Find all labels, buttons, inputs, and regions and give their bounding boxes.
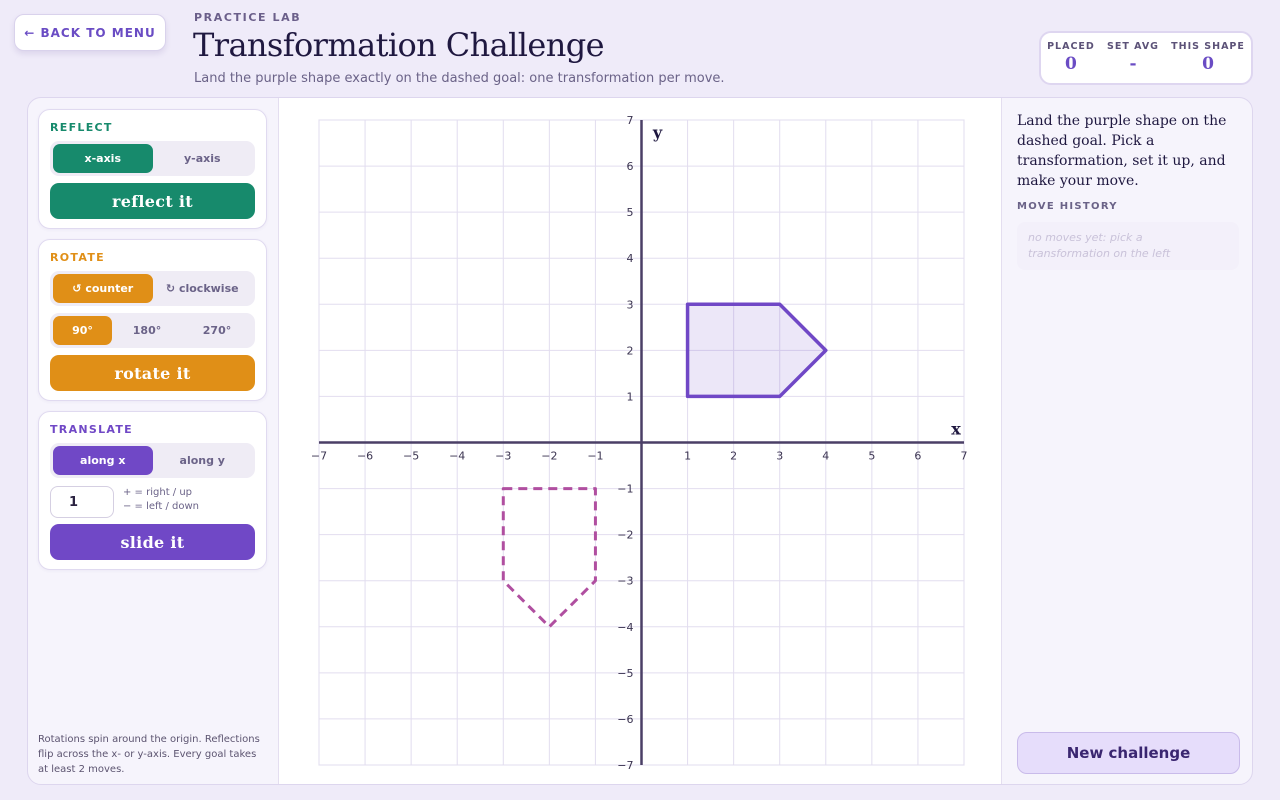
page-title: Transformation Challenge	[193, 26, 605, 64]
reflect-option-y-axis[interactable]: y-axis	[153, 144, 253, 173]
x-tick-label: 3	[776, 450, 783, 463]
rotate-option-270[interactable]: 270°	[182, 316, 252, 345]
score-set-avg: SET AVG -	[1107, 41, 1159, 74]
rotate-title: ROTATE	[50, 251, 105, 264]
rotate-option-counter[interactable]: ↺ counter	[53, 274, 153, 303]
coordinate-plane[interactable]: −7 −6 −5 −4 −3 −2 −1 1 2 3 4 5 6 7 −7 −6 −5 −4 −3 −2 −1 1 2 3 4 5…	[279, 98, 1003, 785]
y-tick-label: 7	[627, 114, 634, 127]
move-history-empty: no moves yet: pick a transformation on t…	[1028, 231, 1171, 260]
back-to-menu-button[interactable]: ← BACK TO MENU	[14, 14, 166, 51]
new-challenge-button[interactable]: New challenge	[1017, 732, 1240, 774]
score-label: THIS SHAPE	[1171, 41, 1245, 52]
rotate-button[interactable]: rotate it	[50, 355, 255, 391]
y-axis-label: y	[652, 123, 663, 142]
score-label: SET AVG	[1107, 41, 1159, 52]
y-tick-label: 2	[627, 344, 634, 357]
reflect-option-x-axis[interactable]: x-axis	[53, 144, 153, 173]
reflect-axis-toggle: x-axis y-axis	[50, 141, 255, 176]
rotate-option-180[interactable]: 180°	[112, 316, 182, 345]
page-subtitle: Land the purple shape exactly on the das…	[194, 71, 725, 86]
rotate-option-clockwise[interactable]: ↻ clockwise	[153, 274, 253, 303]
reflect-title: REFLECT	[50, 121, 113, 134]
score-card: PLACED 0 SET AVG - THIS SHAPE 0	[1039, 31, 1253, 85]
rotate-angle-toggle: 90° 180° 270°	[50, 313, 255, 348]
y-tick-label: 5	[627, 206, 634, 219]
translate-option-along-y[interactable]: along y	[153, 446, 253, 475]
y-tick-label: −5	[617, 667, 633, 680]
translate-card: TRANSLATE along x along y + = right / up…	[38, 411, 267, 570]
x-tick-label: 7	[961, 450, 968, 463]
move-history-list: no moves yet: pick a transformation on t…	[1017, 222, 1239, 270]
translate-title: TRANSLATE	[50, 423, 134, 436]
score-value: -	[1129, 54, 1137, 74]
x-tick-label: 1	[684, 450, 691, 463]
x-tick-label: 6	[914, 450, 921, 463]
main-panel: REFLECT x-axis y-axis reflect it ROTATE …	[27, 97, 1253, 785]
x-tick-label: −7	[311, 450, 327, 463]
y-tick-label: 1	[627, 390, 634, 403]
translate-hint-negative: − = left / down	[123, 501, 200, 512]
controls-column: REFLECT x-axis y-axis reflect it ROTATE …	[28, 98, 278, 784]
translate-amount-input[interactable]	[50, 486, 114, 518]
instructions-text: Land the purple shape on the dashed goal…	[1017, 113, 1227, 189]
score-placed: PLACED 0	[1047, 41, 1095, 74]
x-tick-label: −6	[357, 450, 373, 463]
page-kicker: PRACTICE LAB	[194, 11, 302, 24]
x-tick-label: −1	[587, 450, 603, 463]
translate-button[interactable]: slide it	[50, 524, 255, 560]
rotate-option-90[interactable]: 90°	[53, 316, 112, 345]
rules-footnote: Rotations spin around the origin. Reflec…	[38, 734, 260, 775]
translate-hint-positive: + = right / up	[123, 487, 193, 498]
x-tick-label: 2	[730, 450, 737, 463]
x-tick-label: −2	[541, 450, 557, 463]
x-tick-label: −5	[403, 450, 419, 463]
score-this-shape: THIS SHAPE 0	[1171, 41, 1245, 74]
y-tick-label: 6	[627, 160, 634, 173]
score-value: 0	[1065, 54, 1077, 74]
y-tick-label: −4	[617, 621, 633, 634]
reflect-card: REFLECT x-axis y-axis reflect it	[38, 109, 267, 229]
x-tick-label: 4	[822, 450, 829, 463]
y-tick-label: 3	[627, 298, 634, 311]
score-value: 0	[1202, 54, 1214, 74]
coordinate-board: −7 −6 −5 −4 −3 −2 −1 1 2 3 4 5 6 7 −7 −6 −5 −4 −3 −2 −1 1 2 3 4 5…	[278, 98, 1002, 784]
y-tick-label: −7	[617, 759, 633, 772]
info-column: Land the purple shape on the dashed goal…	[1003, 98, 1252, 784]
y-tick-label: 4	[627, 252, 634, 265]
y-tick-label: −1	[617, 483, 633, 496]
rotate-card: ROTATE ↺ counter ↻ clockwise 90° 180° 27…	[38, 239, 267, 401]
reflect-button[interactable]: reflect it	[50, 183, 255, 219]
x-tick-label: −3	[495, 450, 511, 463]
y-tick-label: −3	[617, 575, 633, 588]
x-axis-label: x	[951, 420, 961, 439]
y-tick-label: −6	[617, 713, 633, 726]
move-history-label: MOVE HISTORY	[1017, 201, 1118, 212]
score-label: PLACED	[1047, 41, 1095, 52]
rotate-direction-toggle: ↺ counter ↻ clockwise	[50, 271, 255, 306]
x-tick-label: −4	[449, 450, 465, 463]
x-tick-label: 5	[868, 450, 875, 463]
y-tick-label: −2	[617, 529, 633, 542]
translate-option-along-x[interactable]: along x	[53, 446, 153, 475]
translate-axis-toggle: along x along y	[50, 443, 255, 478]
